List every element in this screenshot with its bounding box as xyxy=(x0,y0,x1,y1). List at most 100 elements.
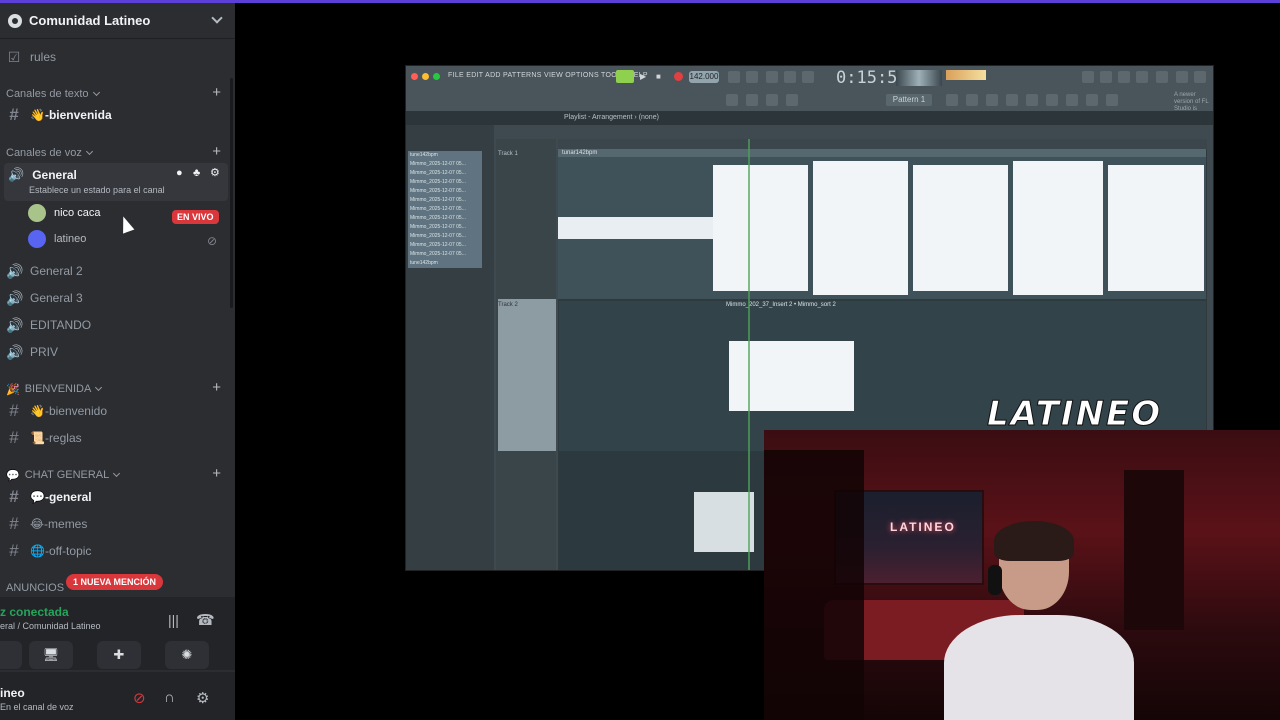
plugin-icon[interactable] xyxy=(1046,94,1058,106)
tool-icon[interactable] xyxy=(1086,94,1098,106)
browser-file[interactable]: Mimmo_2025-12-07 05... xyxy=(408,250,482,259)
disconnect-icon[interactable]: ☎ xyxy=(196,611,215,629)
channel-bienvenida[interactable]: # 👋-bienvenida xyxy=(6,103,228,127)
category-anuncios[interactable]: ANUNCIOS xyxy=(6,580,64,596)
hash-icon: # xyxy=(9,401,19,420)
mic-muted-icon[interactable]: ⊘ xyxy=(133,689,146,707)
channel-reglas[interactable]: # 📜-reglas xyxy=(6,426,228,450)
browser-file[interactable]: tune142bpm xyxy=(408,151,482,160)
close-dot-icon[interactable] xyxy=(411,73,418,80)
tool-icon[interactable] xyxy=(786,94,798,106)
chat-icon[interactable]: ● xyxy=(176,168,187,179)
track-2-header-selected[interactable] xyxy=(498,299,556,451)
mixer-icon[interactable] xyxy=(1176,71,1188,83)
headphones-icon[interactable]: ∩ xyxy=(164,689,175,706)
maximize-dot-icon[interactable] xyxy=(433,73,440,80)
server-header[interactable]: Comunidad Latineo xyxy=(0,3,235,39)
camera-button[interactable] xyxy=(0,641,22,669)
download-icon[interactable] xyxy=(1194,71,1206,83)
channel-bienvenido[interactable]: # 👋-bienvenido xyxy=(6,399,228,423)
play-icon[interactable]: ▶ xyxy=(640,72,646,81)
new-mention-badge[interactable]: 1 NUEVA MENCIÓN xyxy=(66,574,164,590)
mixer-icon[interactable] xyxy=(986,94,998,106)
screen-share-button[interactable]: 🖥 xyxy=(29,641,73,669)
tool-icon[interactable] xyxy=(766,94,778,106)
metronome-icon[interactable] xyxy=(728,71,740,83)
piano-roll-icon[interactable] xyxy=(1006,94,1018,106)
browser-file[interactable]: Mimmo_2025-12-07 05... xyxy=(408,178,482,187)
tool-icon[interactable] xyxy=(1066,94,1078,106)
latineo-logo: LATINEO xyxy=(986,394,1163,435)
fl-tempo-display[interactable]: 142.000 xyxy=(689,71,719,83)
voice-user-latineo[interactable]: latineo xyxy=(28,228,86,250)
category-label: ANUNCIOS xyxy=(6,582,65,594)
browser-file[interactable]: Mimmo_2025-12-07 05... xyxy=(408,169,482,178)
browser-file[interactable]: Mimmo_2025-12-07 05... xyxy=(408,205,482,214)
voice-connected-status[interactable]: z conectada xyxy=(0,605,69,619)
channel-rack-icon[interactable] xyxy=(966,94,978,106)
current-user-name[interactable]: ineo xyxy=(0,686,25,700)
pattern-song-toggle[interactable] xyxy=(616,70,634,83)
pattern-selector[interactable]: Pattern 1 xyxy=(886,94,932,106)
category-text[interactable]: Canales de texto xyxy=(6,86,100,102)
add-channel-icon[interactable]: + xyxy=(212,143,221,160)
playlist-icon[interactable] xyxy=(1026,94,1038,106)
mic-icon[interactable] xyxy=(1118,71,1130,83)
online-icon[interactable] xyxy=(1156,71,1168,83)
timeline-ruler[interactable] xyxy=(558,139,1207,149)
scrollbar[interactable] xyxy=(230,78,233,308)
track-2-label[interactable]: Track 2 xyxy=(498,302,518,308)
add-channel-icon[interactable]: + xyxy=(212,84,221,101)
channel-status[interactable]: Establece un estado para el canal xyxy=(29,185,165,195)
browser-file[interactable]: Mimmo_2025-12-07 05... xyxy=(408,241,482,250)
gear-icon[interactable] xyxy=(1100,71,1112,83)
typing-keyboard-icon[interactable] xyxy=(746,71,758,83)
invite-icon[interactable]: ♣ xyxy=(193,168,204,179)
gear-icon[interactable]: ⚙ xyxy=(210,168,221,179)
channel-actions: ● ♣ ⚙ xyxy=(176,168,221,179)
tool-icon[interactable] xyxy=(746,94,758,106)
add-channel-icon[interactable]: + xyxy=(212,465,221,482)
snap-icon[interactable] xyxy=(1082,71,1094,83)
soundboard-button[interactable]: ✺ xyxy=(165,641,209,669)
browser-file[interactable]: Mimmo_2025-12-07 05... xyxy=(408,232,482,241)
help-icon[interactable] xyxy=(1136,71,1148,83)
speaker-icon: 🔊 xyxy=(6,316,24,333)
webcam-overlay: LATINEO xyxy=(764,430,1280,720)
voice-channel-editando[interactable]: 🔊 EDITANDO xyxy=(6,313,228,337)
channel-off-topic[interactable]: # 🌐-off-topic xyxy=(6,539,228,563)
category-voice[interactable]: Canales de voz xyxy=(6,145,93,161)
browser-file[interactable]: Mimmo_2025-12-07 05... xyxy=(408,214,482,223)
minimize-dot-icon[interactable] xyxy=(422,73,429,80)
soundwave-icon[interactable]: ||| xyxy=(168,612,179,628)
loop-record-icon[interactable] xyxy=(802,71,814,83)
channel-memes[interactable]: # 😂-memes xyxy=(6,512,228,536)
voice-channel-general-2[interactable]: 🔊 General 2 xyxy=(6,259,228,283)
activities-button[interactable]: ✚ xyxy=(97,641,141,669)
wait-input-icon[interactable] xyxy=(766,71,778,83)
browser-file[interactable]: Mimmo_2025-12-07 05... xyxy=(408,223,482,232)
category-bienvenida[interactable]: 🎉 BIENVENIDA xyxy=(6,381,103,397)
audio-clip-track1[interactable] xyxy=(558,149,1206,299)
add-channel-icon[interactable]: + xyxy=(212,379,221,396)
browser-file[interactable]: Mimmo_2025-12-07 05... xyxy=(408,160,482,169)
category-chat-general[interactable]: 💬 CHAT GENERAL xyxy=(6,467,121,483)
stop-icon[interactable]: ■ xyxy=(656,72,661,81)
browser-file[interactable]: Mimmo_2025-12-07 05... xyxy=(408,196,482,205)
track-1-label[interactable]: Track 1 xyxy=(498,151,518,157)
voice-user-nico[interactable]: nico caca xyxy=(28,202,100,224)
countdown-icon[interactable] xyxy=(784,71,796,83)
playhead[interactable] xyxy=(748,139,750,570)
browser-file[interactable]: tune142bpm xyxy=(408,259,482,268)
browser-file[interactable]: Mimmo_2025-12-07 05... xyxy=(408,187,482,196)
voice-channel-general-3[interactable]: 🔊 General 3 xyxy=(6,286,228,310)
channel-general-text[interactable]: # 💬-general xyxy=(6,485,228,509)
piano-icon[interactable] xyxy=(726,94,738,106)
tool-icon[interactable] xyxy=(1106,94,1118,106)
record-icon[interactable] xyxy=(674,72,683,81)
category-label: Canales de voz xyxy=(6,147,82,159)
voice-channel-priv[interactable]: 🔊 PRIV xyxy=(6,340,228,364)
browser-icon[interactable] xyxy=(946,94,958,106)
channel-rules[interactable]: ☑ rules xyxy=(6,45,228,69)
gear-icon[interactable]: ⚙ xyxy=(196,689,209,707)
